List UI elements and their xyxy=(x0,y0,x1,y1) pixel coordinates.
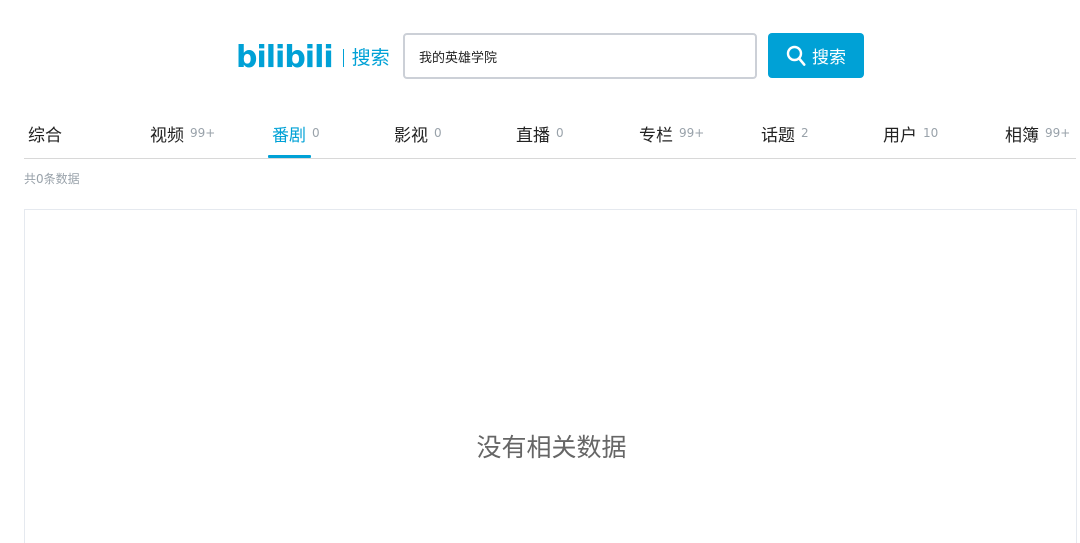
tab-count: 0 xyxy=(312,126,320,140)
tab-count: 10 xyxy=(923,126,939,140)
empty-state-message: 没有相关数据 xyxy=(476,433,627,462)
tab-topic[interactable]: 话题 2 xyxy=(761,107,809,159)
result-panel: 没有相关数据 xyxy=(24,209,1077,543)
tab-label: 专栏 xyxy=(639,125,673,146)
logo-brand: bilibili xyxy=(236,40,334,75)
tab-user[interactable]: 用户 10 xyxy=(883,107,938,159)
tab-count: 99+ xyxy=(1045,126,1071,140)
tab-count: 99+ xyxy=(190,126,216,140)
tab-video[interactable]: 视频 99+ xyxy=(150,107,215,159)
tab-bangumi[interactable]: 番剧 0 xyxy=(272,107,320,159)
tab-album[interactable]: 相簿 99+ xyxy=(1005,107,1070,159)
tab-count: 99+ xyxy=(679,126,705,140)
tab-live[interactable]: 直播 0 xyxy=(516,107,564,159)
result-count: 共0条数据 xyxy=(24,172,80,186)
search-header: bilibili 搜索 搜索 xyxy=(0,0,1080,100)
search-type-tabs: 综合 视频 99+ 番剧 0 影视 0 直播 0 专栏 99+ 话题 2 用户 … xyxy=(24,107,1076,159)
search-input[interactable] xyxy=(419,35,739,77)
logo-section-label: 搜索 xyxy=(351,47,390,69)
tab-label: 用户 xyxy=(883,125,917,146)
tab-label: 相簿 xyxy=(1005,125,1039,146)
logo-divider xyxy=(342,49,344,67)
tab-label: 番剧 xyxy=(272,125,306,146)
tab-label: 视频 xyxy=(150,125,184,146)
tab-label: 影视 xyxy=(394,125,428,146)
tab-all[interactable]: 综合 xyxy=(28,107,62,159)
search-button[interactable]: 搜索 xyxy=(768,33,864,78)
tab-film[interactable]: 影视 0 xyxy=(394,107,442,159)
tab-label: 话题 xyxy=(761,125,795,146)
search-box[interactable] xyxy=(403,33,757,79)
tab-count: 0 xyxy=(434,126,442,140)
tab-count: 0 xyxy=(556,126,564,140)
tab-label: 综合 xyxy=(28,125,62,146)
search-button-label: 搜索 xyxy=(812,48,846,68)
tab-article[interactable]: 专栏 99+ xyxy=(639,107,704,159)
tab-label: 直播 xyxy=(516,125,550,146)
search-icon xyxy=(786,45,806,66)
bilibili-logo[interactable]: bilibili 搜索 xyxy=(236,40,390,76)
active-tab-indicator xyxy=(268,155,311,158)
tab-count: 2 xyxy=(801,126,809,140)
